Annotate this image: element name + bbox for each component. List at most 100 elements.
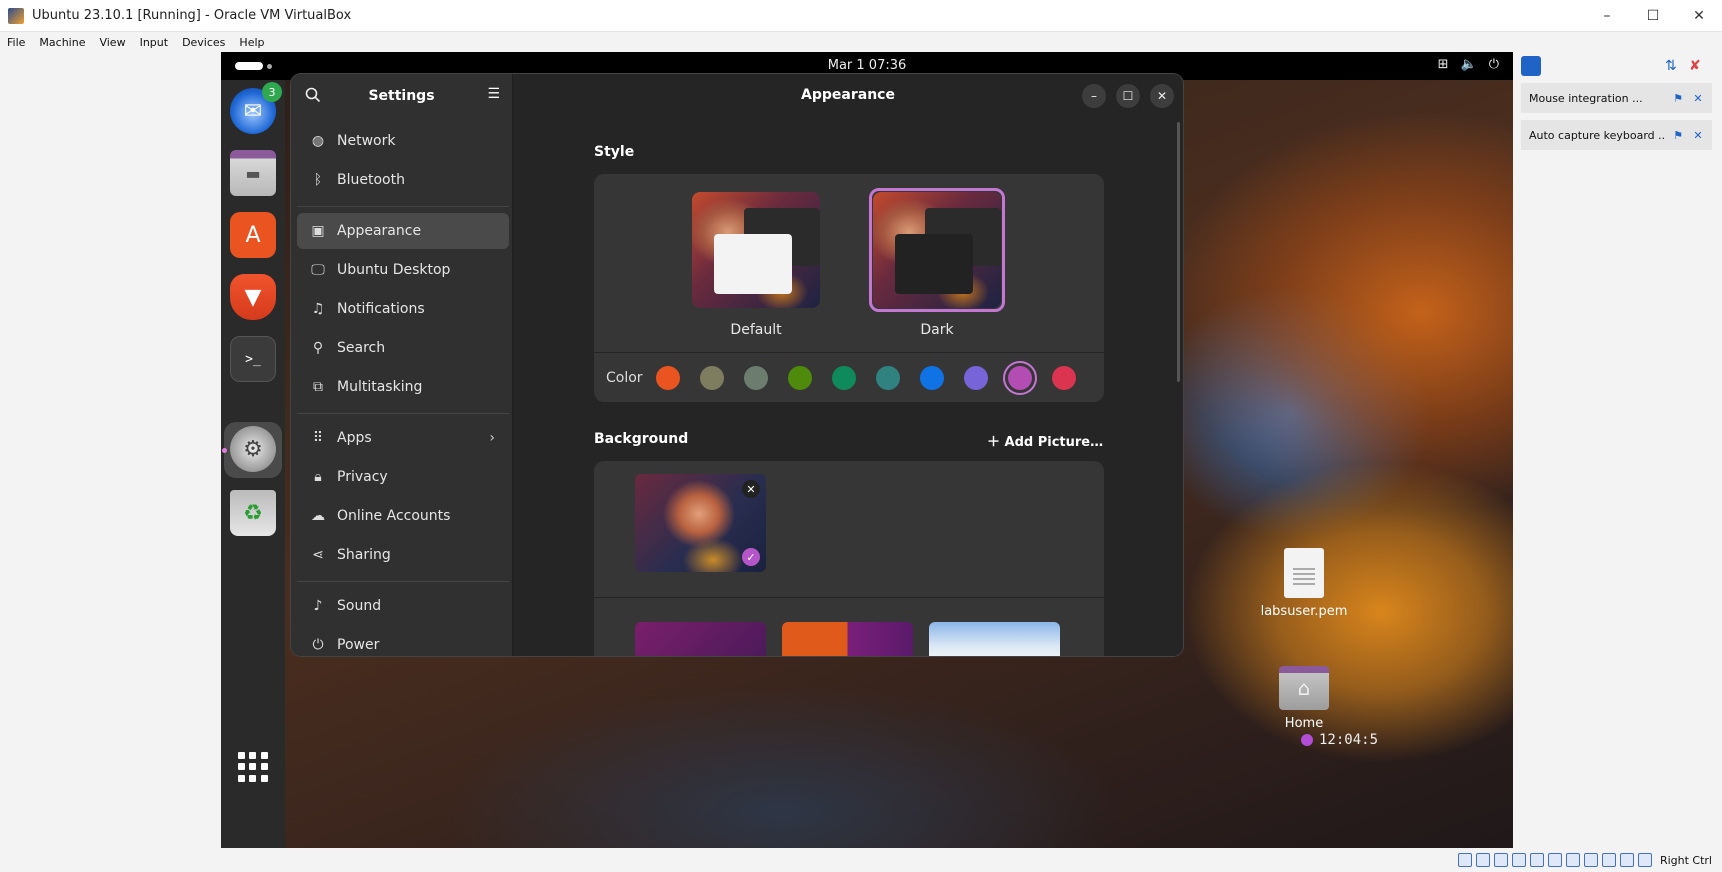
wallpaper-thumbnail-purple[interactable] (635, 622, 766, 656)
color-swatch-olive[interactable] (788, 365, 812, 390)
style-default-option[interactable]: Default (676, 188, 836, 338)
style-dark-option[interactable]: Dark (857, 188, 1017, 338)
menu-devices[interactable]: Devices (175, 36, 232, 49)
sidebar-item-multitasking[interactable]: ⧉ Multitasking (297, 369, 509, 405)
checkmark-icon: ✓ (742, 548, 760, 566)
trash-app[interactable]: ♻ (230, 490, 276, 536)
unread-badge: 3 (262, 82, 282, 102)
sidebar-item-search[interactable]: ⚲ Search (297, 330, 509, 366)
sidebar-item-sound[interactable]: ♪ Sound (297, 588, 509, 624)
wallpaper-thumbnail-sky[interactable] (929, 622, 1060, 656)
gear-icon: ⚙ (243, 436, 263, 462)
sidebar-item-network[interactable]: ◍ Network (297, 123, 509, 159)
optical-drive-icon[interactable] (1457, 853, 1472, 867)
settings-window: Settings ☰ ◍ Network ᛒ Bluetooth ▣ Appea… (291, 74, 1183, 656)
menu-view[interactable]: View (92, 36, 132, 49)
topbar-clock[interactable]: Mar 1 07:36 (221, 58, 1513, 73)
menu-input[interactable]: Input (133, 36, 175, 49)
home-folder-icon: ⌂ (1279, 666, 1329, 710)
wallpaper-thumbnail-selected[interactable]: ✕ ✓ (635, 474, 766, 572)
color-swatch-viridian[interactable] (832, 365, 856, 390)
mouse-integration-icon[interactable] (1619, 853, 1634, 867)
sidebar-item-notifications[interactable]: ♫ Notifications (297, 291, 509, 327)
cpu-icon[interactable] (1601, 853, 1616, 867)
sort-icon[interactable]: ⇅ (1665, 58, 1677, 74)
sidebar-item-ubuntu-desktop[interactable]: 🖵 Ubuntu Desktop (297, 252, 509, 288)
desktop-file-labsuser[interactable]: labsuser.pem (1259, 548, 1349, 619)
menu-machine[interactable]: Machine (32, 36, 92, 49)
close-button[interactable]: ✕ (1150, 84, 1174, 108)
sidebar-item-privacy[interactable]: 🔒︎ Privacy (297, 459, 509, 495)
desktop-folder-home[interactable]: ⌂ Home (1259, 666, 1349, 731)
sidebar-item-label: Notifications (337, 301, 425, 317)
color-swatch-bark[interactable] (700, 365, 724, 390)
files-app[interactable]: ▬ (230, 150, 276, 196)
audio-icon[interactable] (1493, 853, 1508, 867)
minimize-button[interactable]: – (1082, 84, 1106, 108)
close-icon[interactable]: ✕ (1691, 91, 1705, 105)
maximize-button[interactable]: ☐ (1116, 84, 1140, 108)
desktop-clock-text: 12:04:5 (1319, 732, 1379, 748)
terminal-app[interactable]: >_ (230, 336, 276, 382)
brave-icon: ▼ (244, 284, 262, 310)
show-apps-button[interactable] (238, 752, 268, 782)
notification-center-icon[interactable] (1521, 56, 1541, 76)
running-indicator (222, 448, 227, 453)
style-dark-label: Dark (920, 322, 954, 338)
volume-icon: 🔈 (1460, 57, 1477, 72)
keyboard-capture-icon[interactable] (1637, 853, 1652, 867)
sidebar-item-online-accounts[interactable]: ☁ Online Accounts (297, 498, 509, 534)
app-center-app[interactable]: A (230, 212, 276, 258)
search-icon[interactable] (305, 87, 321, 107)
sidebar-divider (297, 581, 509, 582)
recording-icon[interactable] (1583, 853, 1598, 867)
maximize-button[interactable]: ☐ (1630, 0, 1676, 32)
sidebar-item-apps[interactable]: ⠿ Apps › (297, 420, 509, 456)
add-picture-button[interactable]: ＋ Add Picture… (987, 431, 1103, 450)
thunderbird-app[interactable]: ✉ 3 (230, 82, 282, 134)
sidebar-item-sharing[interactable]: ⋖ Sharing (297, 537, 509, 573)
color-swatch-prussian-green[interactable] (876, 365, 900, 390)
system-tray[interactable]: ⊞ 🔈 ⏻ (1438, 57, 1499, 72)
color-swatch-blue[interactable] (920, 365, 944, 390)
settings-app[interactable]: ⚙ (230, 426, 276, 472)
sidebar-item-power[interactable]: ⏻ Power (297, 627, 509, 656)
color-swatch-orange[interactable] (656, 365, 680, 390)
accent-color-row: Color (594, 352, 1104, 402)
scrollbar[interactable] (1177, 122, 1180, 382)
clear-all-icon[interactable]: ✘ (1689, 58, 1701, 74)
color-swatch-purple[interactable] (964, 365, 988, 390)
shared-folders-icon[interactable] (1547, 853, 1562, 867)
side-panel-toolbar: ⇅ ✘ (1513, 52, 1722, 82)
usb-icon[interactable] (1529, 853, 1544, 867)
remove-wallpaper-icon[interactable]: ✕ (742, 480, 760, 498)
network-adapter-icon[interactable] (1511, 853, 1526, 867)
pin-icon[interactable]: ⚑ (1671, 128, 1685, 142)
minimize-button[interactable]: – (1584, 0, 1630, 32)
notification-auto-capture[interactable]: Auto capture keyboard ... ⚑ ✕ (1521, 120, 1712, 150)
sidebar-item-bluetooth[interactable]: ᛒ Bluetooth (297, 162, 509, 198)
notification-mouse-integration[interactable]: Mouse integration ... ⚑ ✕ (1521, 83, 1712, 113)
display-icon[interactable] (1565, 853, 1580, 867)
hard-disk-icon[interactable] (1475, 853, 1490, 867)
sidebar-item-label: Ubuntu Desktop (337, 262, 451, 278)
style-card: Default Dark Color (594, 174, 1104, 402)
color-swatch-red[interactable] (1052, 365, 1076, 390)
sidebar-item-label: Sharing (337, 547, 391, 563)
sidebar-item-label: Sound (337, 598, 382, 614)
sidebar-item-appearance[interactable]: ▣ Appearance (297, 213, 509, 249)
pin-icon[interactable]: ⚑ (1671, 91, 1685, 105)
menu-file[interactable]: File (0, 36, 32, 49)
close-button[interactable]: ✕ (1676, 0, 1722, 32)
hamburger-menu-icon[interactable]: ☰ (487, 86, 500, 102)
network-icon: ⊞ (1437, 57, 1449, 72)
vm-display[interactable]: Mar 1 07:36 ⊞ 🔈 ⏻ ✉ 3 ▬ A ▼ >_ ⚙ ♻ Setti… (221, 52, 1513, 848)
wallpaper-thumbnail-orange-purple[interactable] (782, 622, 913, 656)
color-swatch-sage[interactable] (744, 365, 768, 390)
color-swatch-magenta[interactable] (1003, 360, 1037, 395)
file-icon (1284, 548, 1324, 598)
desktop-icon-label: labsuser.pem (1260, 604, 1348, 619)
menu-help[interactable]: Help (232, 36, 271, 49)
brave-app[interactable]: ▼ (230, 274, 276, 320)
close-icon[interactable]: ✕ (1691, 128, 1705, 142)
